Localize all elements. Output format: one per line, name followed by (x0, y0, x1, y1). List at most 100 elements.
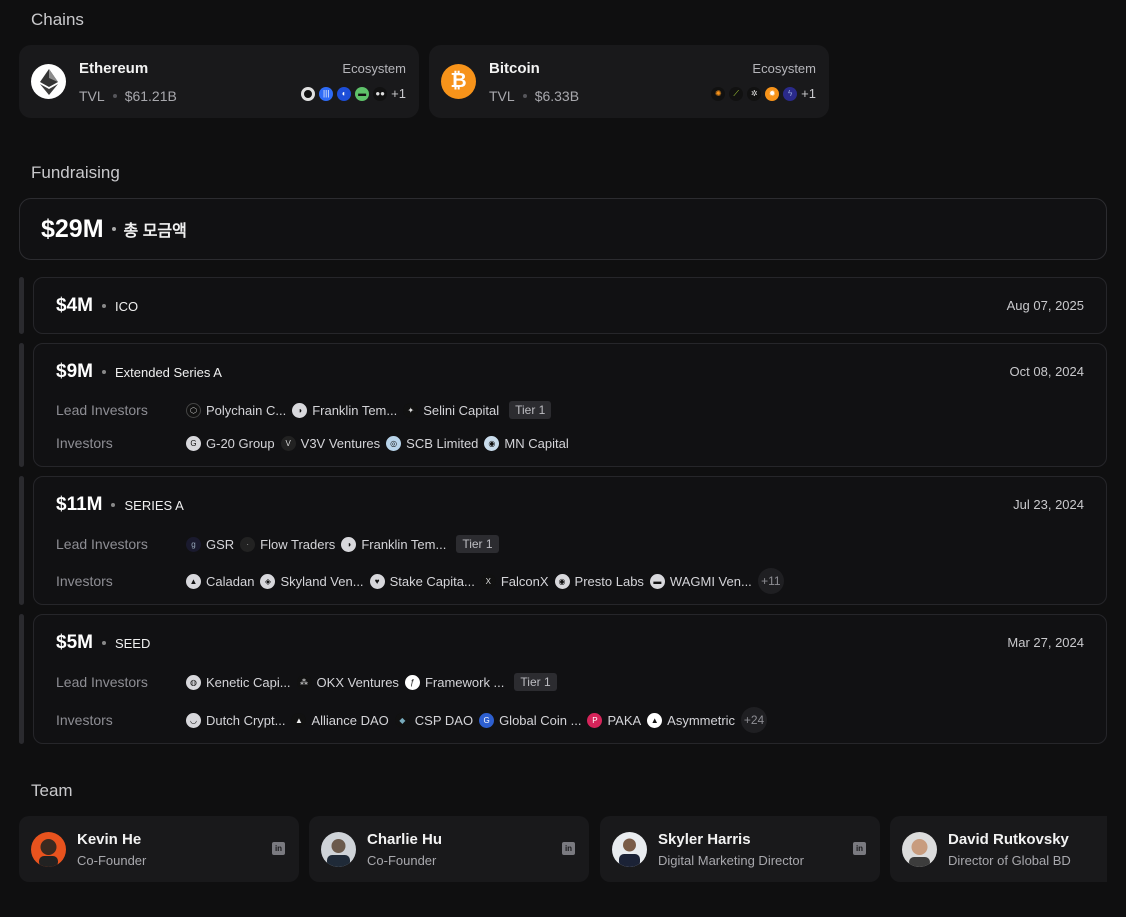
investor-item[interactable]: ♥ Stake Capita... (369, 573, 475, 589)
investor-item[interactable]: ▲ Alliance DAO (291, 712, 389, 728)
skyland-ventures-icon: ◈ (260, 573, 276, 589)
dutch-crypto-icon: ◡ (186, 712, 201, 728)
total-amount: $29M (41, 214, 104, 243)
investor-item[interactable]: ◆ CSP DAO (394, 712, 473, 728)
polychain-icon: ⬡ (186, 402, 201, 418)
ecosystem-project-icon[interactable] (301, 86, 316, 101)
falconx-icon: X (480, 573, 496, 589)
team-member-card[interactable]: Charlie Hu Co-Founder in (309, 816, 589, 882)
investors-row: Investors ◡ Dutch Crypt... ▲ Alliance DAO … (56, 707, 768, 733)
investor-item[interactable]: V V3V Ventures (280, 435, 380, 451)
ethereum-icon (31, 64, 66, 99)
investor-item[interactable]: P PAKA (587, 712, 641, 728)
team-member-card[interactable]: Skyler Harris Digital Marketing Director… (600, 816, 880, 882)
investor-item[interactable]: ✦ Selini Capital (403, 402, 499, 418)
ecosystem-label: Ecosystem (752, 61, 816, 76)
tvl-value: $6.33B (534, 88, 580, 104)
investor-item[interactable]: ◍ Kenetic Capi... (186, 674, 291, 690)
round-header: $11M SERIES A (56, 494, 184, 516)
framework-ventures-icon: ƒ (404, 674, 420, 690)
lead-investors-row: Lead Investors ⬡ Polychain C... ◑ Franklin… (56, 401, 552, 419)
investor-item[interactable]: ◈ Skyland Ven... (260, 573, 364, 589)
team-member-card[interactable]: Kevin He Co-Founder in (19, 816, 299, 882)
ecosystem-project-icon[interactable]: ◐ (337, 86, 352, 101)
investor-item[interactable]: ▲ Asymmetric (647, 712, 735, 728)
linkedin-icon[interactable]: in (853, 842, 866, 855)
separator-dot (101, 304, 106, 308)
investor-item[interactable]: · Flow Traders (240, 536, 335, 552)
ecosystem-more-count[interactable]: +1 (391, 86, 406, 101)
tvl-label: TVL (79, 88, 105, 104)
investor-item[interactable]: ◎ SCB Limited (386, 435, 478, 451)
investor-item[interactable]: ⁂ OKX Ventures (296, 674, 399, 690)
ecosystem-project-icon[interactable]: ▬ (355, 86, 370, 101)
chain-card-bitcoin[interactable]: ₿ Bitcoin TVL $6.33B Ecosystem ✺ ⟋ ✲ ✹ ϟ… (429, 45, 829, 118)
franklin-templeton-icon: ◑ (341, 536, 357, 552)
investor-item[interactable]: ◉ Presto Labs (554, 573, 644, 589)
round-card-extended-series-a[interactable]: $9M Extended Series A Oct 08, 2024 Lead … (33, 343, 1107, 467)
investor-item[interactable]: g GSR (186, 536, 234, 552)
investor-item[interactable]: ◡ Dutch Crypt... (186, 712, 285, 728)
separator-dot (111, 503, 116, 507)
investor-item[interactable]: ▬ WAGMI Ven... (649, 573, 752, 589)
investor-item[interactable]: G G-20 Group (186, 435, 275, 451)
investor-item[interactable]: ⬡ Polychain C... (186, 402, 286, 418)
investors-row: Investors G G-20 Group V V3V Ventures ◎ SCB… (56, 435, 569, 451)
ecosystem-project-icon[interactable]: ✺ (711, 86, 726, 101)
round-date: Jul 23, 2024 (1013, 497, 1084, 512)
ecosystem-icons: ✺ ⟋ ✲ ✹ ϟ +1 (711, 86, 816, 101)
lead-investors-row: Lead Investors g GSR · Flow Traders ◑ Frank… (56, 535, 499, 553)
round-card-series-a[interactable]: $11M SERIES A Jul 23, 2024 Lead Investor… (33, 476, 1107, 605)
round-amount: $4M (56, 295, 93, 316)
investor-item[interactable]: ◑ Franklin Tem... (292, 402, 397, 418)
alliance-dao-icon: ▲ (291, 712, 307, 728)
investors-label: Investors (56, 712, 113, 728)
ecosystem-label: Ecosystem (342, 61, 406, 76)
asymmetric-icon: ▲ (647, 712, 663, 728)
ecosystem-project-icon[interactable]: ✹ (765, 86, 780, 101)
investor-item[interactable]: ▲ Caladan (186, 573, 254, 589)
ecosystem-project-icon[interactable]: ||| (319, 86, 334, 101)
ecosystem-project-icon[interactable]: ●● (373, 86, 388, 101)
investor-item[interactable]: X FalconX (480, 573, 549, 589)
round-amount: $9M (56, 361, 93, 382)
team-member-role: Co-Founder (367, 853, 437, 868)
investor-item[interactable]: ◑ Franklin Tem... (341, 536, 446, 552)
ecosystem-project-icon[interactable]: ⟋ (729, 86, 744, 101)
investor-item[interactable]: ◉ MN Capital (484, 435, 569, 451)
round-type: SERIES A (124, 497, 184, 513)
team-member-role: Director of Global BD (948, 853, 1071, 868)
presto-labs-icon: ◉ (554, 573, 570, 589)
linkedin-icon[interactable]: in (272, 842, 285, 855)
team-member-role: Co-Founder (77, 853, 147, 868)
round-date: Mar 27, 2024 (1007, 635, 1084, 650)
lead-investors-label: Lead Investors (56, 674, 148, 690)
more-investors-count[interactable]: +11 (757, 568, 784, 594)
lead-investors-label: Lead Investors (56, 536, 148, 552)
avatar (902, 832, 937, 867)
more-investors-count[interactable]: +24 (741, 707, 768, 733)
team-member-card[interactable]: David Rutkovsky Director of Global BD (890, 816, 1107, 882)
round-card-seed[interactable]: $5M SEED Mar 27, 2024 Lead Investors ◍ Ke… (33, 614, 1107, 744)
ecosystem-project-icon[interactable]: ✲ (747, 86, 762, 101)
investor-item[interactable]: ƒ Framework ... (404, 674, 504, 690)
tvl-label: TVL (489, 88, 515, 104)
franklin-templeton-icon: ◑ (292, 402, 308, 418)
chain-card-ethereum[interactable]: Ethereum TVL $61.21B Ecosystem ||| ◐ ▬ ●… (19, 45, 419, 118)
round-card-ico[interactable]: $4M ICO Aug 07, 2025 (33, 277, 1107, 334)
round-date: Oct 08, 2024 (1009, 364, 1084, 379)
team-member-name: Skyler Harris (658, 831, 751, 848)
chains-title: Chains (31, 10, 84, 29)
round-timeline-bar (19, 277, 24, 334)
tier-badge: Tier 1 (456, 535, 499, 553)
investors-label: Investors (56, 435, 113, 451)
chain-name: Bitcoin (489, 60, 540, 77)
ecosystem-more-count[interactable]: +1 (801, 86, 816, 101)
ecosystem-icons: ||| ◐ ▬ ●● +1 (301, 86, 406, 101)
investor-item[interactable]: G Global Coin ... (479, 712, 581, 728)
linkedin-icon[interactable]: in (562, 842, 575, 855)
ecosystem-project-icon[interactable]: ϟ (783, 86, 798, 101)
chain-tvl: TVL $61.21B (79, 88, 177, 104)
chain-tvl: TVL $6.33B (489, 88, 579, 104)
round-timeline-bar (19, 343, 24, 467)
